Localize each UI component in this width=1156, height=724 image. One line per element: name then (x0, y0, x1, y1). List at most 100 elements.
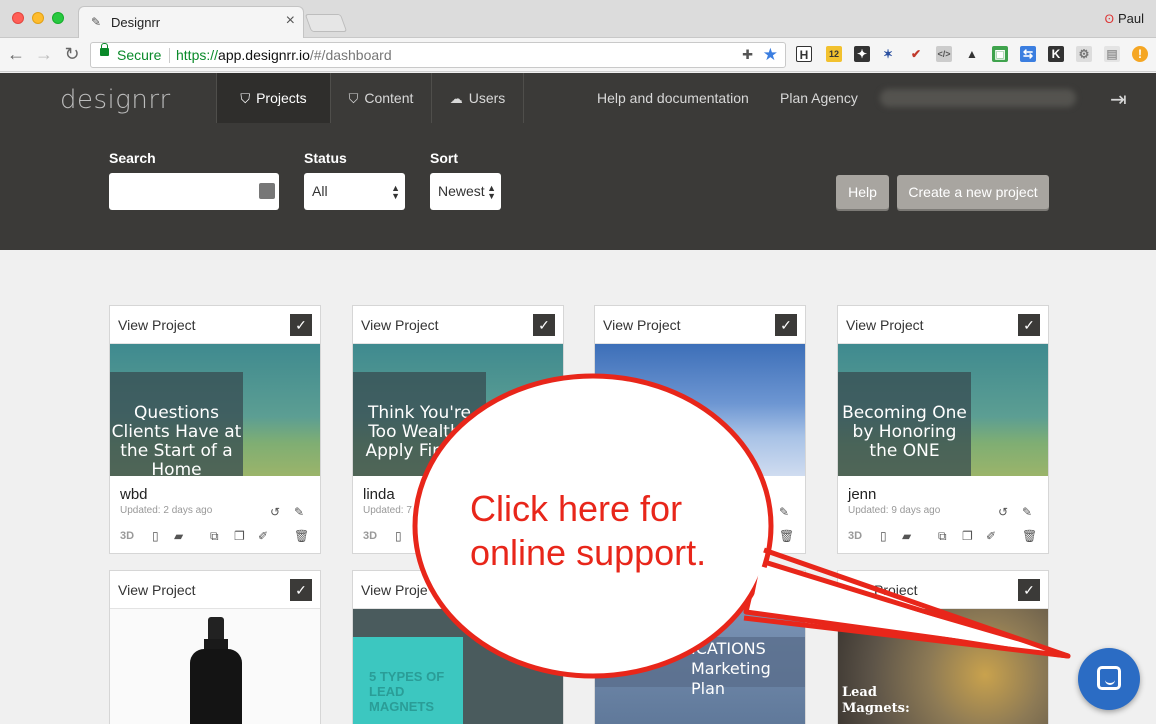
project-thumbnail[interactable]: 5 TYPES OF LEAD MAGNETS (353, 609, 563, 724)
bottle-neck-shape (204, 639, 228, 649)
view-project-link[interactable] (595, 571, 805, 609)
window-minimize-button[interactable] (32, 12, 44, 24)
trash-icon[interactable]: 🗑 (294, 529, 309, 543)
trash-icon[interactable]: 🗑 (1022, 529, 1037, 543)
project-thumbnail[interactable]: Becoming One by Honoring the ONE (838, 344, 1048, 476)
search-icon[interactable] (259, 183, 275, 199)
bookmark-star-icon[interactable]: ★ (763, 45, 778, 65)
create-project-button[interactable]: Create a new project (897, 175, 1049, 209)
extension-puzzle-icon[interactable]: ✚ (742, 47, 753, 63)
extension-h-icon[interactable]: H (796, 46, 812, 62)
back-icon[interactable]: ← (6, 44, 26, 65)
window-maximize-button[interactable] (52, 12, 64, 24)
history-icon[interactable]: ↺ (270, 505, 280, 519)
extension-gear-icon[interactable]: ⚙ (1076, 46, 1092, 62)
designrr-logo[interactable]: designrr (60, 85, 171, 115)
extension-alert-icon[interactable]: ! (1132, 46, 1148, 62)
edit-icon[interactable]: ✎ (1022, 505, 1032, 519)
search-input[interactable] (109, 173, 279, 210)
copy-icon[interactable]: ⧉ (210, 529, 219, 544)
extension-blank-icon[interactable]: ▤ (1104, 46, 1120, 62)
window-close-button[interactable] (12, 12, 24, 24)
copy-icon[interactable]: ⧉ (938, 529, 947, 544)
sort-select[interactable]: Newest ▲ ▼ (430, 173, 501, 210)
users-icon: ☁ (449, 91, 463, 106)
new-tab-button[interactable] (304, 14, 348, 32)
view-project-link[interactable]: View Project ✓ (595, 306, 805, 344)
close-icon[interactable]: × (286, 12, 295, 30)
duplicate-icon[interactable]: ❐ (234, 529, 245, 543)
address-bar[interactable]: Secure https://app.designrr.io/#/dashboa… (90, 42, 786, 68)
edit-icon[interactable]: ✎ (294, 505, 304, 519)
view-project-link[interactable]: View Proje (353, 571, 563, 609)
help-docs-link[interactable]: Help and documentation (597, 73, 749, 123)
duplicate-icon[interactable]: ❐ (962, 529, 973, 543)
checkbox-icon[interactable]: ✓ (1018, 579, 1040, 601)
project-thumbnail[interactable]: Lead Magnets: (838, 609, 1048, 724)
url-path: /#/dashboard (309, 47, 392, 63)
extension-evernote-icon[interactable]: ✦ (854, 46, 870, 62)
browser-tab[interactable]: ✎ Designrr × (78, 6, 304, 38)
3d-icon[interactable]: 3D (848, 530, 862, 542)
project-thumbnail[interactable]: ICATIONS Marketing Plan (595, 609, 805, 724)
3d-icon[interactable]: 3D (363, 530, 377, 542)
extension-calendar-icon[interactable]: 12 (826, 46, 842, 62)
lock-icon (100, 43, 109, 56)
checkbox-icon[interactable]: ✓ (775, 314, 797, 336)
history-icon[interactable]: ↺ (998, 505, 1008, 519)
pdf-icon[interactable]: ▯ (152, 529, 159, 543)
support-chat-button[interactable] (1078, 648, 1140, 710)
tab-title: Designrr (111, 15, 161, 30)
project-thumbnail[interactable] (110, 609, 320, 724)
project-thumbnail[interactable] (595, 344, 805, 476)
book-icon[interactable]: ▰ (174, 529, 183, 543)
tab-projects[interactable]: ⛉ Projects (216, 73, 330, 123)
thumbnail-title: Think You're Too Wealthy Apply Financ (365, 403, 474, 461)
status-value: All (312, 183, 328, 199)
logout-icon[interactable]: ⇥ (1110, 87, 1127, 112)
divider (169, 48, 170, 63)
checkbox-icon[interactable]: ✓ (1018, 314, 1040, 336)
checkbox-icon[interactable]: ✓ (290, 314, 312, 336)
view-project-link[interactable]: Project ✓ (838, 571, 1048, 609)
view-project-link[interactable]: View Project ✓ (838, 306, 1048, 344)
extension-arrows-icon[interactable]: ⇆ (1020, 46, 1036, 62)
tab-content-label: Content (364, 90, 414, 106)
view-project-label: View Proje (361, 582, 428, 598)
view-project-link[interactable]: View Project ✓ (353, 306, 563, 344)
status-select[interactable]: All ▲ ▼ (304, 173, 405, 210)
help-button[interactable]: Help (836, 175, 889, 209)
plan-agency-link[interactable]: Plan Agency (780, 73, 858, 123)
chat-icon (1097, 666, 1121, 690)
extension-car-icon[interactable]: ▲ (964, 46, 980, 62)
extension-k-icon[interactable]: K (1048, 46, 1064, 62)
pdf-icon[interactable]: ▯ (880, 529, 887, 543)
pdf-icon[interactable]: ▯ (395, 529, 402, 543)
view-project-link[interactable]: View Project ✓ (110, 571, 320, 609)
project-thumbnail[interactable]: Questions Clients Have at the Start of a… (110, 344, 320, 476)
extension-figure-icon[interactable]: ✶ (880, 46, 896, 62)
view-project-label: Project (874, 582, 918, 598)
edit-icon[interactable]: ✎ (779, 505, 789, 519)
checkbox-icon[interactable]: ✓ (533, 314, 555, 336)
extension-code-icon[interactable]: </> (936, 46, 952, 62)
project-thumbnail[interactable]: Think You're Too Wealthy Apply Financ (353, 344, 563, 476)
app-header: designrr ⛉ Projects ⛉ Content ☁ Users Help … (0, 73, 1156, 123)
trash-icon[interactable]: 🗑 (779, 529, 794, 543)
tab-content[interactable]: ⛉ Content (330, 73, 431, 123)
extension-printer-icon[interactable]: ▣ (992, 46, 1008, 62)
tab-users[interactable]: ☁ Users (431, 73, 524, 123)
select-arrows-icon: ▲ ▼ (391, 183, 400, 201)
edit-note-icon[interactable]: ✐ (258, 529, 268, 543)
thumbnail-title: Becoming One by Honoring the ONE (842, 403, 967, 461)
reload-icon[interactable]: ↻ (62, 44, 82, 65)
book-icon[interactable]: ▰ (902, 529, 911, 543)
edit-note-icon[interactable]: ✐ (986, 529, 996, 543)
3d-icon[interactable]: 3D (120, 530, 134, 542)
extension-cart-icon[interactable]: ✔ (908, 46, 924, 62)
checkbox-icon[interactable]: ✓ (290, 579, 312, 601)
view-project-link[interactable]: View Project ✓ (110, 306, 320, 344)
url-text: https://app.designrr.io/#/dashboard (176, 47, 392, 63)
forward-icon[interactable]: → (34, 44, 54, 65)
profile-button[interactable]: ʘ Paul (1105, 11, 1144, 26)
